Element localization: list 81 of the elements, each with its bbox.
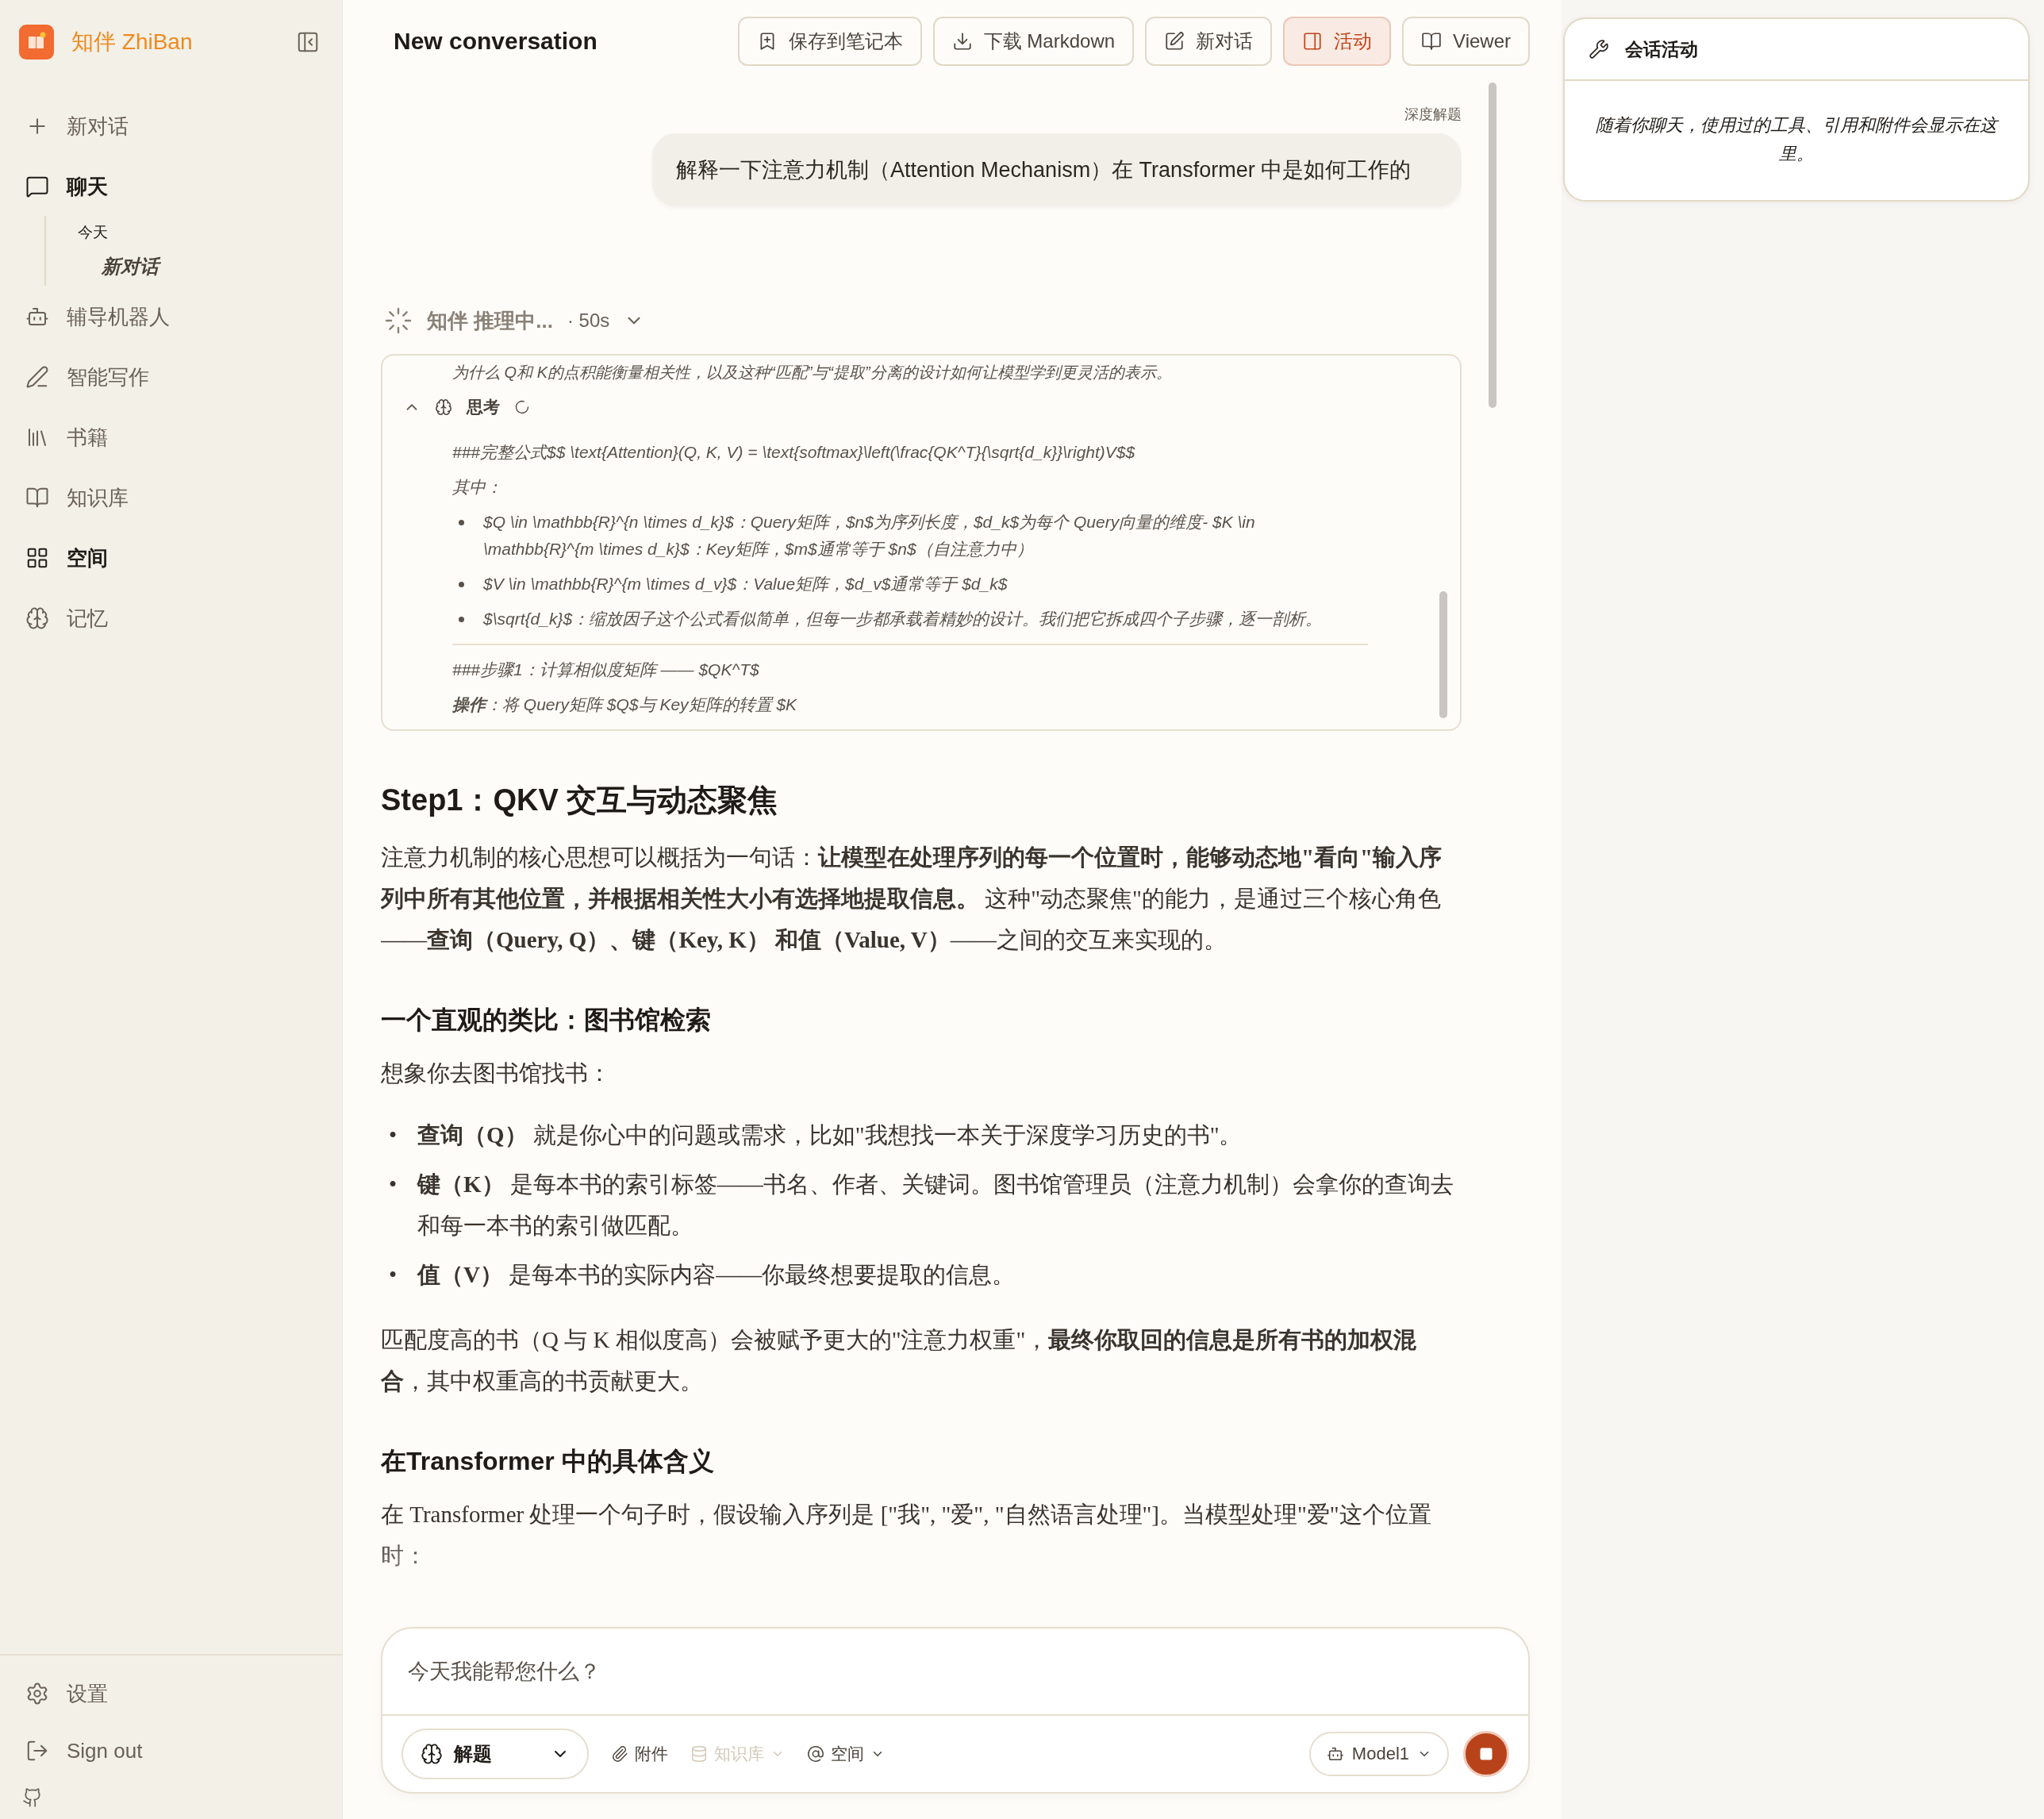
chat-icon <box>25 175 49 198</box>
tool-button[interactable]: 附件 <box>611 1743 668 1765</box>
thinking-text: 操作：将 Query矩阵 $Q$与 Key矩阵的转置 $K <box>452 694 798 715</box>
nav-item[interactable]: 新对话 <box>19 97 323 156</box>
toolbar-button[interactable]: 新对话 <box>1145 17 1273 66</box>
tool-button[interactable]: 空间 <box>807 1743 885 1765</box>
footer-item[interactable]: 设置 <box>19 1665 323 1722</box>
nav-item[interactable]: 记忆 <box>19 589 323 648</box>
toolbar-button[interactable]: 活动 <box>1283 17 1392 66</box>
app-name: 知伴 ZhiBan <box>71 29 194 56</box>
bullet-marker: • <box>389 1261 398 1289</box>
reasoning-text: 为什么 Q和 K的点积能衡量相关性，以及这种“匹配”与“提取”分离的设计如何让模型学到更灵活的表示。 <box>452 363 1173 383</box>
thinking-text: 其中： <box>452 477 503 498</box>
nav-item[interactable]: 辅导机器人 <box>19 287 323 346</box>
nav-item[interactable]: 书籍 <box>19 408 323 467</box>
book-icon <box>1421 31 1443 52</box>
list-item: 值（V） 是每本书的实际内容——你最终想要提取的信息。 <box>417 1261 1016 1289</box>
nav-item[interactable]: 空间 <box>19 529 323 587</box>
settings-icon <box>25 1682 49 1706</box>
download-icon <box>951 31 973 52</box>
paragraph: 匹配度高的书（Q 与 K 相似度高）会被赋予更大的"注意力权重"，最终你取回的信息是所有书的加权混合，其中权重高的书贡献更大。 <box>381 1326 1418 1395</box>
list-item: 键（K） 是每本书的索引标签——书名、作者、关键词。图书馆管理员（注意力机制）会拿你的查询去和每一本书的索引做匹配。 <box>417 1171 1454 1240</box>
panel-icon <box>1302 31 1324 52</box>
brain-icon <box>421 1743 443 1765</box>
scrollbar[interactable] <box>1489 83 1496 408</box>
collapse-sidebar-icon[interactable] <box>296 30 320 54</box>
message-input[interactable]: 今天我能帮您什么？ <box>382 1629 1528 1716</box>
thinking-text: ###完整公式$$ \text{Attention}(Q, K, V) = \text{softmax}\left(\frac{QK^T}{\sqrt{d_k}}\right)V$$ <box>452 442 1136 463</box>
empty-state-text: 随着你聊天，使用过的工具、引用和附件会显示在这里。 <box>1565 81 2028 200</box>
thinking-text: $V \in \mathbb{R}^{m \times d_v}$：Value矩阵，$d_v$通常等于 $d_k$ <box>483 574 1008 594</box>
user-message: 解释一下注意力机制（Attention Mechanism）在 Transformer 中是如何工作的 <box>652 133 1462 206</box>
sign-out-icon <box>25 1739 49 1763</box>
brain-icon <box>25 606 49 630</box>
toolbar-button[interactable]: 下载 Markdown <box>932 17 1135 66</box>
thinking-text: $\sqrt{d_k}$：缩放因子这个公式看似简单，但每一步都承载着精妙的设计。我们把它拆成四个子步骤，逐一剖析。 <box>483 609 1323 629</box>
model-select[interactable]: Model1 <box>1308 1732 1449 1776</box>
section-heading: Step1：QKV 交互与动态聚焦 <box>381 783 779 818</box>
paragraph: 想象你去图书馆找书： <box>381 1059 612 1087</box>
reasoning-label: 知伴 推理中... <box>427 307 553 334</box>
footer-item[interactable]: Sign out <box>19 1722 323 1779</box>
stop-icon <box>1479 1747 1493 1761</box>
card-title: 会话活动 <box>1625 37 1698 61</box>
elapsed-time: · 50s <box>567 310 610 332</box>
list-item: 查询（Q） 就是你心中的问题或需求，比如"我想找一本关于深度学习历史的书"。 <box>417 1121 1243 1149</box>
pen-icon <box>25 365 49 389</box>
at-sign-icon <box>807 1745 824 1763</box>
bullet-marker: • <box>389 1171 398 1198</box>
toolbar-button[interactable]: Viewer <box>1402 17 1530 66</box>
bullet-icon <box>459 520 464 525</box>
paragraph: 在 Transformer 处理一个句子时，假设输入序列是 ["我", "爱", "自然语言处理"]。当模型处理"爱"这个位置时： <box>381 1501 1432 1570</box>
brain-icon <box>435 398 452 416</box>
bullet-marker: • <box>389 1121 398 1149</box>
stop-button[interactable] <box>1463 1731 1509 1777</box>
bullet-icon <box>459 582 464 587</box>
bullet-icon <box>459 617 464 622</box>
spinner-icon <box>384 306 413 335</box>
loading-icon <box>514 399 530 415</box>
subsection-heading: 一个直观的类比：图书馆检索 <box>381 1005 712 1036</box>
nav-item[interactable]: 聊天 <box>19 157 323 216</box>
thinking-text: ###步骤1：计算相似度矩阵 —— $QK^T$ <box>452 660 760 680</box>
book-icon <box>25 486 49 510</box>
conversation-title: New conversation <box>394 28 598 55</box>
nav-item[interactable]: 知识库 <box>19 468 323 527</box>
logo-icon <box>19 25 54 60</box>
robot-icon <box>1326 1745 1344 1763</box>
subsection-heading: 在Transformer 中的具体含义 <box>381 1446 715 1477</box>
thinking-label: 思考 <box>467 397 500 417</box>
paragraph: 注意力机制的核心思想可以概括为一句话：让模型在处理序列的每一个位置时，能够动态地"看向"输入序列中所有其他位置，并根据相关性大小有选择地提取信息。 这种"动态聚焦"的能力，是通过三个核心角色——查询（Query, Q）、键（Key, K） 和值（Value, V）——之间的交互来实现的。 <box>381 844 1443 954</box>
history-group-label: 今天 <box>78 223 109 242</box>
database-icon <box>690 1745 708 1763</box>
grid-icon <box>25 546 49 570</box>
thinking-text: $Q \in \mathbb{R}^{n \times d_k}$：Query矩阵，$n$为序列长度，$d_k$为每个 Query向量的维度- $K \in \mathbb{R}^{m \times d_k}$：Key矩阵，$m$通常等于 $n$（自注意力中） <box>483 512 1256 560</box>
wrench-icon <box>1589 39 1609 60</box>
toolbar-button[interactable]: 保存到笔记本 <box>737 17 922 66</box>
nav-item[interactable]: 智能写作 <box>19 348 323 406</box>
mode-select[interactable]: 解题 <box>402 1729 589 1779</box>
scrollbar[interactable] <box>1439 591 1447 718</box>
paperclip-icon <box>611 1745 628 1763</box>
edit-icon <box>1164 31 1185 52</box>
history-item[interactable]: 新对话 <box>78 254 323 279</box>
message-tag: 深度解题 <box>1404 105 1462 124</box>
